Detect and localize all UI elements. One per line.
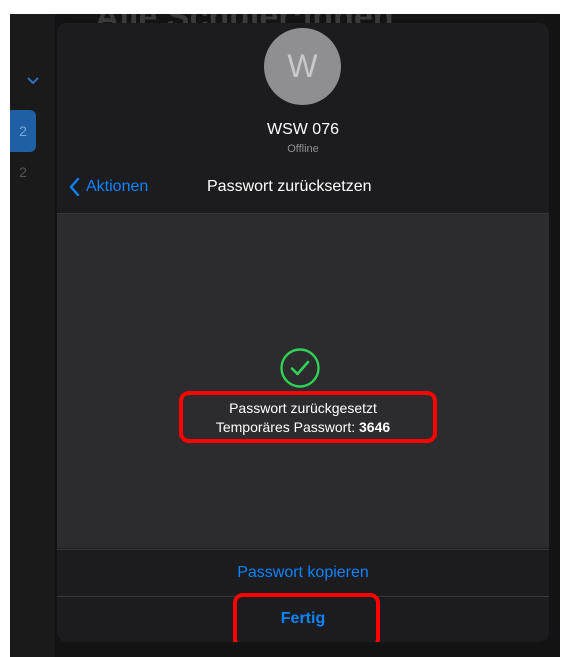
checkmark-circle-icon (280, 348, 320, 388)
done-button[interactable]: Fertig (57, 596, 549, 642)
highlight-box-password (179, 391, 437, 443)
back-button[interactable]: Aktionen (69, 161, 148, 213)
user-name: WSW 076 (266, 121, 339, 138)
chevron-left-icon (69, 178, 80, 196)
nav-title: Passwort zurücksetzen (207, 178, 372, 195)
copy-password-button[interactable]: Passwort kopieren (57, 549, 549, 597)
sidebar-badge: 2 (10, 110, 36, 152)
back-button-label: Aktionen (86, 178, 149, 195)
app-screen: Alle Schüler:innen 2 2 W WSW 076 Offline… (10, 14, 560, 657)
action-sheet: W WSW 076 Offline Aktionen Passwort zurü… (57, 23, 549, 642)
nav-bar: Aktionen Passwort zurücksetzen (57, 161, 549, 214)
background-sidebar: 2 2 (10, 14, 55, 657)
chevron-down-icon (27, 72, 39, 88)
sidebar-count: 2 (19, 164, 27, 180)
avatar: W (264, 28, 341, 105)
user-status: Offline (287, 143, 319, 155)
result-panel: Passwort zurückgesetzt Temporäres Passwo… (57, 214, 549, 548)
